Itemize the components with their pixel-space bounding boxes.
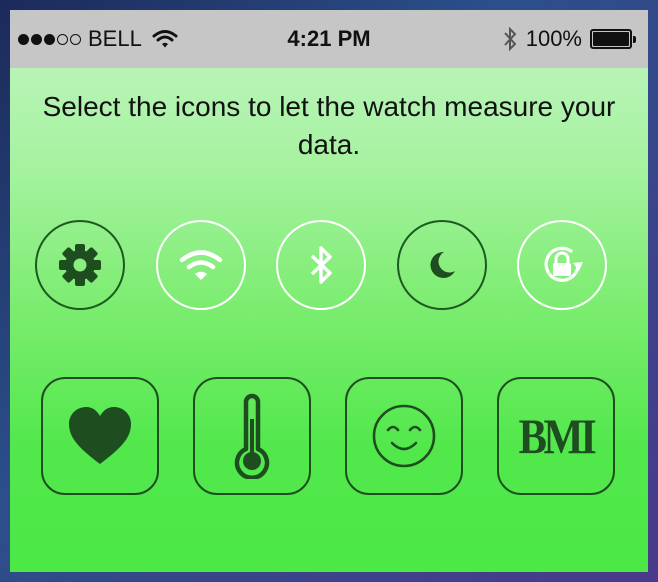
wifi-toggle[interactable] <box>156 220 246 310</box>
heart-icon <box>67 406 133 466</box>
bmi-icon: BMI <box>518 408 597 464</box>
mood-button[interactable] <box>345 377 463 495</box>
battery-tip <box>633 35 636 43</box>
settings-toggle[interactable] <box>35 220 125 310</box>
metric-tile-row: BMI <box>10 377 648 497</box>
bluetooth-toggle[interactable] <box>276 220 366 310</box>
toggle-row <box>10 220 648 314</box>
status-bar: BELL 4:21 PM 100% <box>10 10 648 68</box>
smiley-icon <box>371 403 437 469</box>
moon-icon <box>422 245 462 285</box>
status-right: 100% <box>502 24 636 54</box>
rotation-lock-icon <box>538 241 586 289</box>
wifi-icon <box>178 248 224 282</box>
battery-percentage: 100% <box>525 26 582 51</box>
bluetooth-status-icon <box>502 26 518 52</box>
gear-icon <box>58 243 102 287</box>
do-not-disturb-toggle[interactable] <box>397 220 487 310</box>
bluetooth-icon <box>306 243 336 287</box>
battery-icon <box>590 29 632 49</box>
rotation-lock-toggle[interactable] <box>517 220 607 310</box>
instruction-text: Select the icons to let the watch measur… <box>42 91 616 160</box>
battery-fill <box>593 32 629 46</box>
bmi-button[interactable]: BMI <box>497 377 615 495</box>
heart-rate-button[interactable] <box>41 377 159 495</box>
phone-screen: BELL 4:21 PM 100% Select the icons to le… <box>10 10 648 572</box>
temperature-button[interactable] <box>193 377 311 495</box>
thermometer-icon <box>232 393 272 479</box>
